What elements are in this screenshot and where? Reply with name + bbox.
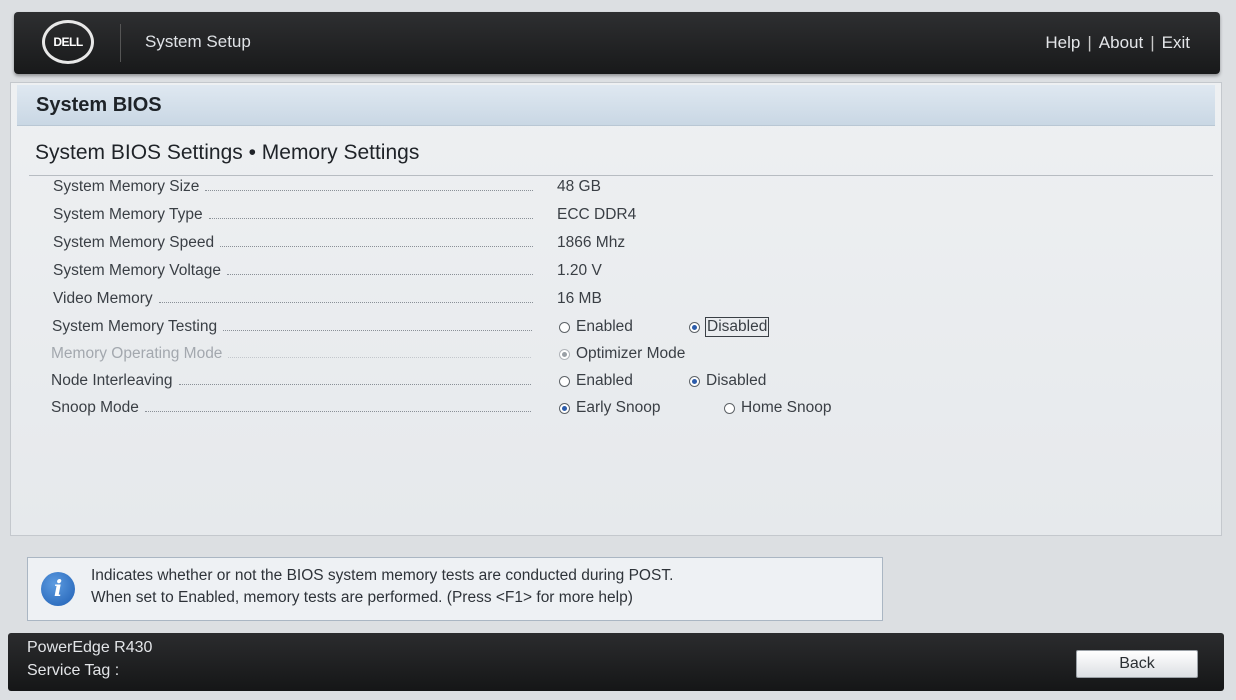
header-divider — [120, 24, 121, 62]
memory-testing-enabled-radio[interactable]: Enabled — [559, 318, 633, 336]
radio-selected-icon — [689, 321, 700, 333]
setting-row-video-memory: Video Memory 16 MB — [11, 290, 1221, 314]
model-name: PowerEdge R430 — [27, 639, 153, 656]
snoop-mode-home-radio[interactable]: Home Snoop — [724, 399, 831, 417]
help-text: Indicates whether or not the BIOS system… — [91, 567, 674, 606]
memory-testing-disabled-radio[interactable]: Disabled — [689, 317, 770, 337]
settings-panel: System BIOS System BIOS Settings • Memor… — [10, 82, 1222, 536]
radio-icon — [724, 402, 735, 414]
footer-bar: PowerEdge R430 Service Tag : Back — [8, 633, 1224, 691]
snoop-mode-early-radio[interactable]: Early Snoop — [559, 399, 660, 417]
back-button[interactable]: Back — [1076, 650, 1198, 678]
setting-row-memory-voltage: System Memory Voltage 1.20 V — [11, 262, 1221, 286]
radio-icon — [559, 321, 570, 333]
setting-label: System Memory Type — [53, 206, 533, 224]
breadcrumb: System BIOS Settings • Memory Settings — [35, 141, 420, 164]
setting-value: 16 MB — [557, 290, 602, 307]
service-tag-label: Service Tag : — [27, 662, 120, 679]
setting-label: Memory Operating Mode — [51, 345, 531, 363]
setting-value: 48 GB — [557, 178, 601, 195]
setting-label: Snoop Mode — [51, 399, 531, 417]
setting-row-memory-speed: System Memory Speed 1866 Mhz — [11, 234, 1221, 258]
radio-selected-icon — [559, 402, 570, 414]
about-link[interactable]: About — [1099, 33, 1143, 53]
top-links: Help | About | Exit — [1045, 33, 1190, 53]
breadcrumb-divider — [29, 175, 1213, 176]
dell-logo: DELL — [42, 20, 94, 64]
setting-row-snoop-mode: Snoop Mode Early Snoop Home Snoop — [11, 399, 1221, 423]
link-separator: | — [1150, 33, 1155, 52]
setting-label: System Memory Voltage — [53, 262, 533, 280]
setting-label: System Memory Speed — [53, 234, 533, 252]
node-interleaving-disabled-radio[interactable]: Disabled — [689, 372, 766, 390]
help-link[interactable]: Help — [1045, 33, 1080, 53]
node-interleaving-enabled-radio[interactable]: Enabled — [559, 372, 633, 390]
setting-row-memory-type: System Memory Type ECC DDR4 — [11, 206, 1221, 230]
setting-label: Node Interleaving — [51, 372, 531, 390]
panel-title: System BIOS — [36, 94, 162, 116]
link-separator: | — [1087, 33, 1092, 52]
setting-value: 1866 Mhz — [557, 234, 626, 251]
panel-header: System BIOS — [17, 85, 1215, 126]
info-icon: i — [41, 572, 75, 606]
setting-row-operating-mode: Memory Operating Mode Optimizer Mode — [11, 345, 1221, 369]
radio-selected-icon — [559, 348, 570, 360]
setting-value: ECC DDR4 — [557, 206, 637, 223]
setting-row-memory-size: System Memory Size 48 GB — [11, 178, 1221, 202]
setting-label: System Memory Size — [53, 178, 533, 196]
setting-row-memory-testing: System Memory Testing Enabled Disabled — [11, 317, 1221, 342]
operating-mode-optimizer-radio: Optimizer Mode — [559, 345, 685, 363]
setting-row-node-interleaving: Node Interleaving Enabled Disabled — [11, 372, 1221, 396]
setting-label: System Memory Testing — [52, 318, 532, 336]
radio-selected-icon — [689, 375, 700, 387]
top-header-bar: DELL System Setup Help | About | Exit — [14, 12, 1220, 74]
radio-icon — [559, 375, 570, 387]
exit-link[interactable]: Exit — [1162, 33, 1190, 53]
setting-value: 1.20 V — [557, 262, 602, 279]
setting-label: Video Memory — [53, 290, 533, 308]
help-box: i Indicates whether or not the BIOS syst… — [27, 557, 883, 621]
app-title: System Setup — [145, 32, 251, 51]
